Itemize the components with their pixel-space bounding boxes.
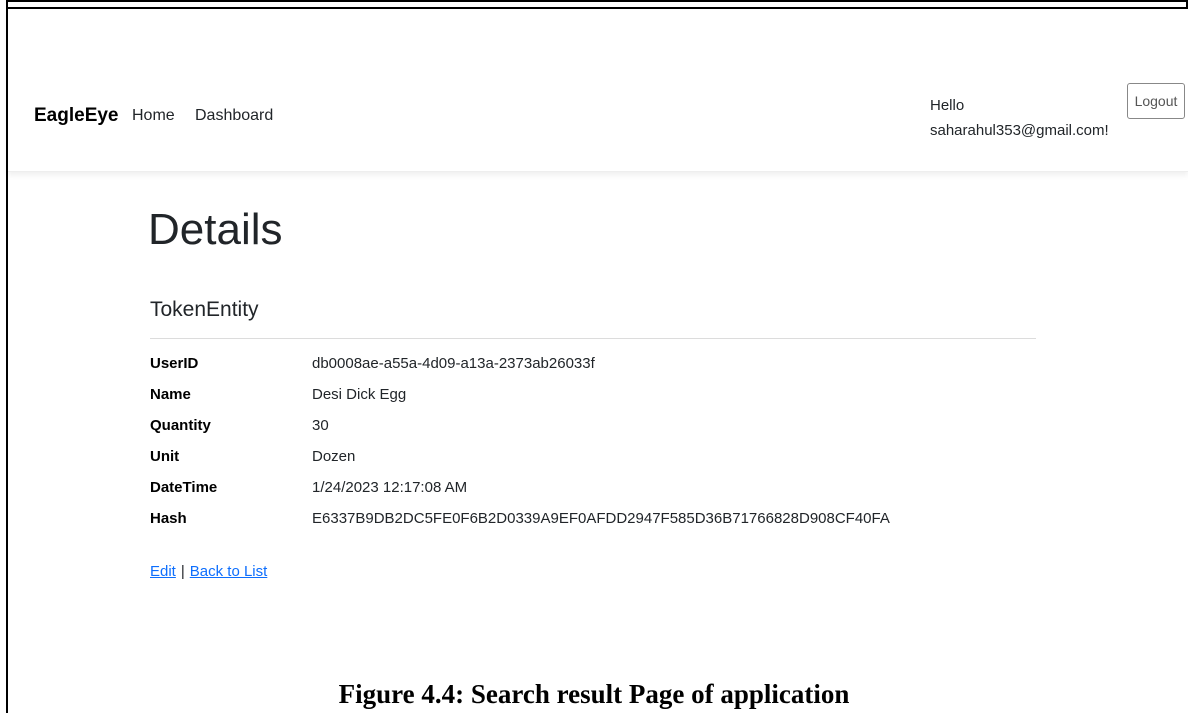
- detail-value: 30: [312, 417, 329, 434]
- document-frame-top: [6, 0, 1188, 2]
- section-divider: [150, 338, 1036, 339]
- nav-home-link[interactable]: Home: [132, 107, 175, 125]
- detail-value: Desi Dick Egg: [312, 386, 407, 403]
- detail-label: Hash: [150, 510, 187, 527]
- navbar: EagleEye Home Dashboard Hello saharahul3…: [8, 9, 1188, 172]
- detail-label: Quantity: [150, 417, 211, 434]
- greeting-email: saharahul353@gmail.com!: [930, 122, 1109, 139]
- detail-label: Name: [150, 386, 191, 403]
- user-greeting: Hello saharahul353@gmail.com!: [930, 93, 1109, 143]
- figure-caption: Figure 4.4: Search result Page of applic…: [338, 679, 850, 709]
- brand-logo[interactable]: EagleEye: [34, 105, 119, 127]
- detail-value: db0008ae-a55a-4d09-a13a-2373ab26033f: [312, 355, 595, 372]
- action-links: Edit | Back to List: [150, 563, 267, 580]
- link-separator: |: [180, 563, 185, 580]
- detail-label: Unit: [150, 448, 180, 465]
- detail-label: DateTime: [150, 479, 218, 496]
- logout-button[interactable]: Logout: [1127, 83, 1185, 119]
- detail-value: 1/24/2023 12:17:08 AM: [312, 479, 468, 496]
- entity-heading: TokenEntity: [150, 298, 259, 321]
- detail-label: UserID: [150, 355, 199, 372]
- detail-value: Dozen: [312, 448, 356, 465]
- page-title: Details: [148, 205, 283, 254]
- back-to-list-link[interactable]: Back to List: [190, 563, 268, 580]
- edit-link[interactable]: Edit: [150, 563, 176, 580]
- detail-value: E6337B9DB2DC5FE0F6B2D0339A9EF0AFDD2947F5…: [312, 510, 890, 527]
- nav-dashboard-link[interactable]: Dashboard: [195, 107, 273, 125]
- greeting-hello: Hello: [930, 97, 965, 114]
